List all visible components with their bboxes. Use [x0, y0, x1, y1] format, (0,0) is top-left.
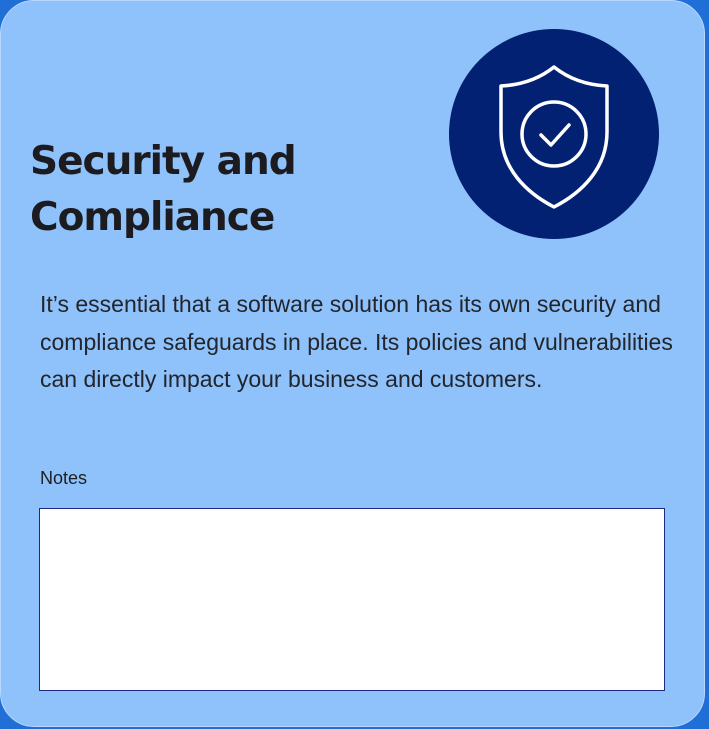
shield-check-icon	[499, 65, 609, 209]
card-description: It’s essential that a software solution …	[40, 291, 673, 392]
shield-badge	[449, 29, 659, 239]
card-title: Security and Compliance	[30, 139, 297, 240]
notes-label: Notes	[40, 468, 88, 488]
notes-field[interactable]	[39, 508, 665, 691]
security-compliance-card: Security and Compliance It’s essential t…	[0, 0, 705, 727]
